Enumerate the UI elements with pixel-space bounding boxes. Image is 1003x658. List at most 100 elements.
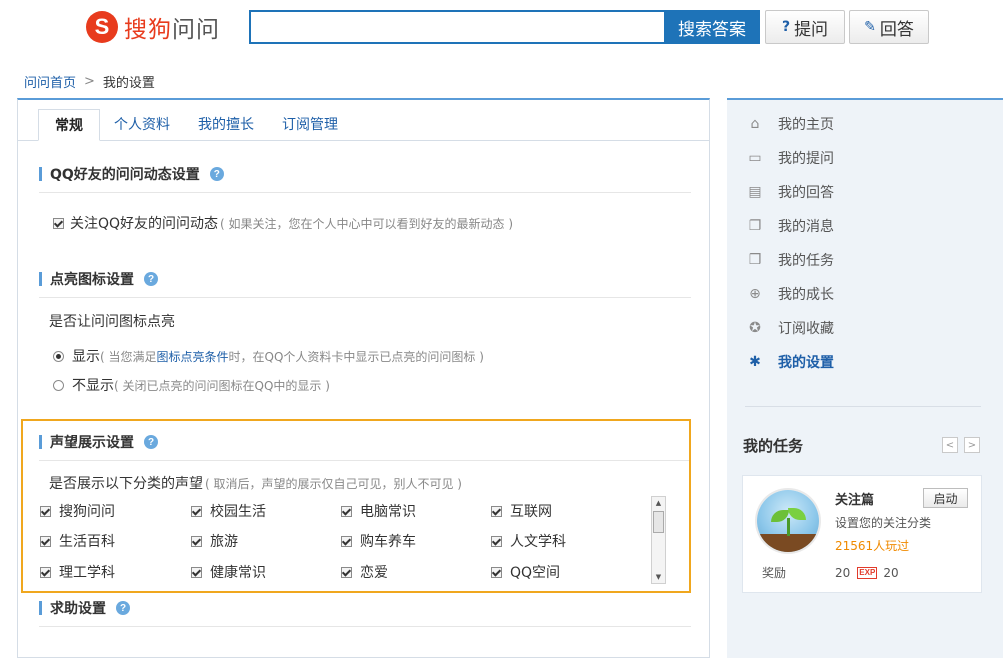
show-note-b: 时，在QQ个人资料卡中显示已点亮的问问图标 ) — [228, 349, 484, 364]
task-description: 设置您的关注分类 — [835, 516, 932, 530]
help-section-title: 求助设置 ? — [39, 598, 130, 618]
category-checkbox[interactable] — [191, 566, 202, 578]
icon-show-option[interactable]: 显示 ( 当您满足图标点亮条件时，在QQ个人资料卡中显示已点亮的问问图标 ) — [53, 346, 484, 366]
start-task-button[interactable]: 启动 — [923, 488, 968, 508]
category-checkbox-item[interactable]: 理工学科 — [40, 562, 115, 582]
category-checkbox-item[interactable]: 电脑常识 — [341, 501, 416, 521]
reputation-note: ( 取消后，声望的展示仅自己可见，别人不可见 ) — [205, 476, 462, 491]
sidebar-item-answers[interactable]: ▤ 我的回答 — [745, 182, 834, 202]
task-play-count: 21561人玩过 — [835, 539, 910, 553]
task-next-button[interactable]: > — [964, 437, 980, 453]
icon-hide-option[interactable]: 不显示 ( 关闭已点亮的问问图标在QQ中的显示 ) — [53, 375, 330, 395]
category-checkbox[interactable] — [491, 535, 502, 547]
category-checkbox-item[interactable]: 人文学科 — [491, 531, 566, 551]
scroll-down-icon[interactable]: ▼ — [652, 571, 665, 583]
category-checkbox-item[interactable]: 旅游 — [191, 531, 238, 551]
tab-profile[interactable]: 个人资料 — [100, 109, 184, 141]
hide-label: 不显示 — [72, 378, 114, 394]
help-icon[interactable]: ? — [116, 601, 130, 615]
star-icon: ✪ — [749, 320, 761, 336]
growth-icon: ⊕ — [749, 286, 761, 302]
home-icon: ⌂ — [750, 116, 760, 132]
ask-button-label: 提问 — [794, 19, 829, 40]
category-checkbox-item[interactable]: 健康常识 — [191, 562, 266, 582]
breadcrumb-current: 我的设置 — [102, 76, 155, 91]
category-checkbox[interactable] — [491, 505, 502, 517]
sogou-wenwen-logo[interactable]: S 搜狗问问 — [86, 10, 220, 44]
sprout-icon — [757, 490, 819, 552]
pencil-icon: ✎ — [864, 19, 876, 35]
tab-general[interactable]: 常规 — [38, 109, 100, 141]
help-icon[interactable]: ? — [144, 272, 158, 286]
my-tasks-title: 我的任务 — [743, 437, 804, 455]
reward-label: 奖励 — [762, 566, 787, 580]
icon-section-title: 点亮图标设置 ? — [39, 269, 158, 289]
sidebar-item-messages[interactable]: ❐ 我的消息 — [745, 216, 834, 236]
category-checkbox[interactable] — [341, 505, 352, 517]
divider — [39, 460, 689, 461]
reputation-question: 是否展示以下分类的声望 ( 取消后，声望的展示仅自己可见，别人不可见 ) — [49, 476, 462, 492]
show-radio[interactable] — [53, 350, 64, 362]
category-checkbox-item[interactable]: 购车养车 — [341, 531, 416, 551]
task-name: 关注篇 — [835, 493, 875, 508]
divider — [39, 192, 691, 193]
category-checkbox-item[interactable]: 互联网 — [491, 501, 552, 521]
breadcrumb-separator: > — [84, 74, 95, 89]
sidebar-item-questions[interactable]: ▭ 我的提问 — [745, 148, 834, 168]
divider — [39, 626, 691, 627]
qq-follow-checkbox[interactable] — [53, 217, 64, 229]
search-input[interactable] — [249, 10, 676, 44]
scroll-up-icon[interactable]: ▲ — [652, 497, 665, 509]
category-checkbox[interactable] — [341, 566, 352, 578]
category-checkbox[interactable] — [341, 535, 352, 547]
sidebar-item-home[interactable]: ⌂ 我的主页 — [745, 114, 834, 134]
question-mark-icon: ? — [781, 19, 791, 35]
scroll-thumb[interactable] — [653, 511, 664, 533]
sidebar-item-growth[interactable]: ⊕ 我的成长 — [745, 284, 834, 304]
category-checkbox-item[interactable]: 校园生活 — [191, 501, 266, 521]
category-checkbox[interactable] — [191, 535, 202, 547]
help-icon[interactable]: ? — [144, 435, 158, 449]
show-label: 显示 — [72, 349, 100, 365]
category-checkbox[interactable] — [191, 505, 202, 517]
task-prev-button[interactable]: < — [942, 437, 958, 453]
settings-tabs: 常规 个人资料 我的擅长 订阅管理 — [38, 109, 352, 141]
tab-expertise[interactable]: 我的擅长 — [184, 109, 268, 141]
breadcrumb-home-link[interactable]: 问问首页 — [24, 72, 76, 91]
icon-question: 是否让问问图标点亮 — [49, 314, 175, 330]
question-bubble-icon: ▭ — [748, 150, 762, 166]
logo-text-sogou: 搜狗 — [124, 17, 172, 43]
message-icon: ❐ — [748, 218, 762, 234]
task-icon: ❒ — [748, 252, 762, 268]
answer-button[interactable]: ✎ 回答 — [849, 10, 929, 44]
reward-points: 20 — [835, 565, 851, 580]
category-scrollbar[interactable]: ▲ ▼ — [651, 496, 666, 584]
category-checkbox[interactable] — [40, 566, 51, 578]
category-checkbox-item[interactable]: 恋爱 — [341, 562, 388, 582]
show-note-a: ( 当您满足 — [100, 349, 157, 364]
qq-section-title: QQ好友的问问动态设置 ? — [39, 164, 224, 184]
reward-exp: 20 — [883, 565, 899, 580]
category-checkbox[interactable] — [491, 566, 502, 578]
help-icon[interactable]: ? — [209, 167, 224, 181]
divider — [39, 297, 691, 298]
sidebar-item-tasks[interactable]: ❒ 我的任务 — [745, 250, 834, 270]
sidebar-item-settings[interactable]: ✱ 我的设置 — [745, 352, 834, 372]
qq-follow-note: ( 如果关注，您在个人中心中可以看到好友的最新动态 ) — [220, 216, 514, 231]
qq-follow-option[interactable]: 关注QQ好友的问问动态 ( 如果关注，您在个人中心中可以看到好友的最新动态 ) — [53, 213, 513, 233]
breadcrumb: 问问首页 > 我的设置 — [24, 72, 155, 91]
tab-subscriptions[interactable]: 订阅管理 — [268, 109, 352, 141]
ask-question-button[interactable]: ? 提问 — [765, 10, 845, 44]
category-checkbox[interactable] — [40, 505, 51, 517]
logo-text-wenwen: 问问 — [172, 17, 220, 43]
hide-radio[interactable] — [53, 379, 64, 391]
icon-condition-link[interactable]: 图标点亮条件 — [157, 350, 229, 364]
category-checkbox-item[interactable]: 生活百科 — [40, 531, 115, 551]
category-checkbox[interactable] — [40, 535, 51, 547]
exp-badge-icon: EXP — [857, 566, 878, 579]
gear-icon: ✱ — [749, 354, 761, 370]
category-checkbox-item[interactable]: 搜狗问问 — [40, 501, 115, 521]
search-answers-button[interactable]: 搜索答案 — [664, 10, 760, 44]
category-checkbox-item[interactable]: QQ空间 — [491, 562, 560, 582]
sidebar-item-subscriptions[interactable]: ✪ 订阅收藏 — [745, 318, 834, 338]
